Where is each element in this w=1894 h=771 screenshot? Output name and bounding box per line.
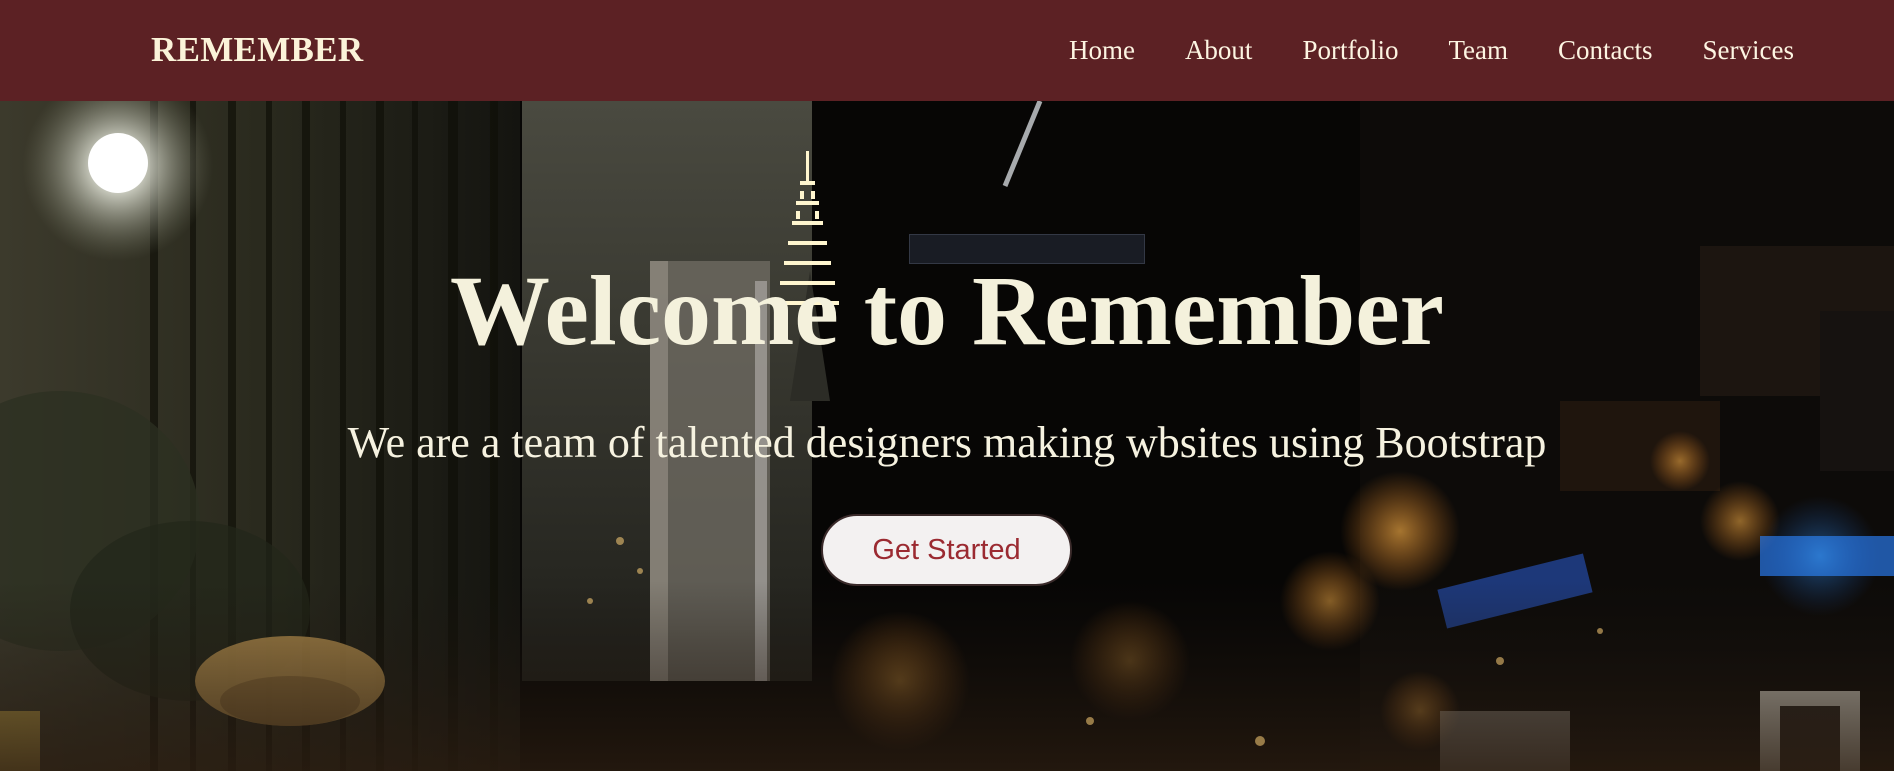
hero-subtitle: We are a team of talented designers maki… bbox=[347, 418, 1547, 467]
nav-link-services[interactable]: Services bbox=[1703, 30, 1794, 70]
brand-logo[interactable]: REMEMBER bbox=[151, 28, 363, 72]
nav-link-team[interactable]: Team bbox=[1448, 30, 1508, 70]
nav-link-about[interactable]: About bbox=[1185, 30, 1253, 70]
hero-title: Welcome to Remember bbox=[450, 255, 1444, 366]
get-started-button[interactable]: Get Started bbox=[821, 514, 1072, 586]
nav-link-portfolio[interactable]: Portfolio bbox=[1302, 30, 1398, 70]
nav-link-contacts[interactable]: Contacts bbox=[1558, 30, 1653, 70]
nav-menu: Home About Portfolio Team Contacts Servi… bbox=[1019, 30, 1794, 70]
navbar: REMEMBER Home About Portfolio Team Conta… bbox=[0, 0, 1894, 101]
hero-section: Welcome to Remember We are a team of tal… bbox=[0, 101, 1894, 771]
nav-link-home[interactable]: Home bbox=[1069, 30, 1135, 70]
